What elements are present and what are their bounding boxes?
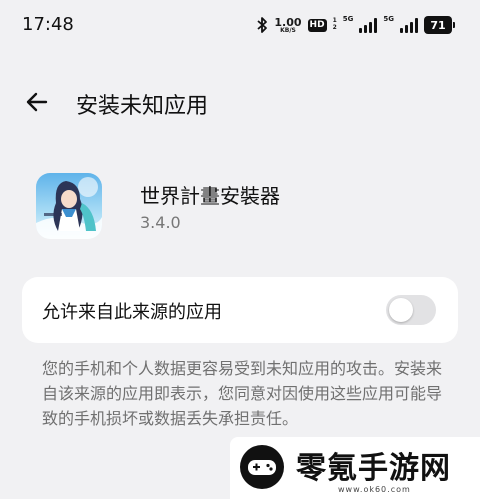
status-icons: 1.00 KB/S HD 1 2 5G 5G 71	[256, 14, 455, 36]
battery-level: 71	[430, 18, 446, 32]
sim1-network-type: 5G	[342, 15, 354, 23]
arrow-left-icon	[26, 92, 48, 112]
sim1-signal-icon	[359, 17, 378, 33]
bluetooth-icon	[257, 17, 268, 33]
page-header: 安装未知应用	[0, 82, 480, 122]
status-bar: 17:48 1.00 KB/S HD 1 2 5G 5G 71	[0, 0, 480, 50]
watermark-url: www.ok60.com	[338, 485, 411, 494]
status-time: 17:48	[22, 14, 74, 35]
back-button[interactable]	[20, 84, 56, 120]
gamepad-logo-icon	[240, 445, 284, 489]
app-version: 3.4.0	[140, 213, 181, 232]
allow-source-setting[interactable]: 允许来自此来源的应用	[22, 277, 458, 343]
sim2-network-type: 5G	[383, 15, 394, 23]
setting-label: 允许来自此来源的应用	[42, 302, 222, 323]
watermark: 零氪手游网 www.ok60.com	[230, 437, 480, 499]
toggle-knob	[389, 298, 413, 322]
screen: 17:48 1.00 KB/S HD 1 2 5G 5G 71 安装未知应用 世…	[0, 0, 480, 499]
warning-text: 您的手机和个人数据更容易受到未知应用的攻击。安装来自该来源的应用即表示，您同意对…	[42, 359, 443, 428]
app-name: 世界計畫安裝器	[140, 184, 280, 208]
page-title: 安装未知应用	[76, 94, 209, 119]
hd-sim-indicator: 1 2	[332, 17, 337, 31]
app-icon	[36, 173, 102, 239]
allow-source-toggle[interactable]	[386, 295, 436, 325]
watermark-brand: 零氪手游网	[296, 451, 451, 486]
network-speed: 1.00 KB/S	[274, 15, 302, 34]
battery-icon: 71	[424, 16, 455, 34]
hd-icon: HD	[307, 18, 327, 32]
sim2-signal-icon	[400, 17, 418, 33]
